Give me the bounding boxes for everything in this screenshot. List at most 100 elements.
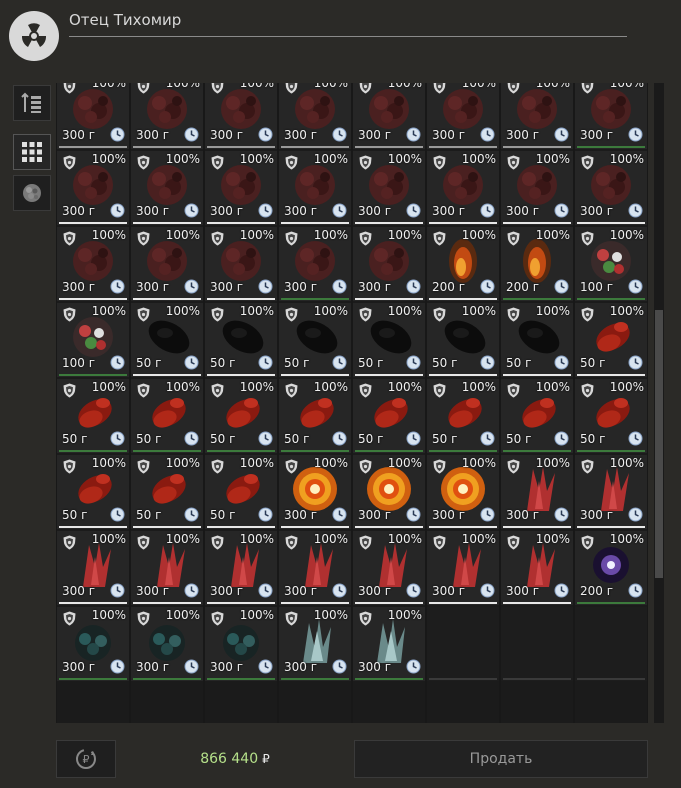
inventory-item[interactable]: 100% 300 г	[575, 455, 647, 529]
clock-icon	[406, 583, 421, 598]
inventory-item[interactable]: 100% 300 г	[131, 151, 203, 225]
inventory-item[interactable]: 100% 50 г	[131, 303, 203, 377]
inventory-item[interactable]: 100% 50 г	[427, 303, 499, 377]
durability-bar	[207, 602, 275, 604]
shield-icon	[63, 231, 76, 246]
durability-bar	[281, 602, 349, 604]
clock-icon	[258, 203, 273, 218]
inventory-item[interactable]: 100% 200 г	[575, 531, 647, 605]
inventory-item[interactable]: 100% 300 г	[501, 83, 573, 149]
durability-bar	[355, 678, 423, 680]
clock-icon	[110, 507, 125, 522]
clock-icon	[110, 431, 125, 446]
sell-button[interactable]: Продать	[354, 740, 648, 778]
inventory-item[interactable]: 100% 300 г	[205, 607, 277, 681]
inventory-item[interactable]: 100% 300 г	[501, 151, 573, 225]
inventory-item[interactable]: 100% 300 г	[131, 83, 203, 149]
slot-underline	[429, 678, 497, 680]
item-condition: 100%	[461, 532, 496, 546]
inventory-item[interactable]: 100% 300 г	[575, 151, 647, 225]
shield-icon	[359, 155, 372, 170]
inventory-item[interactable]: 100% 100 г	[57, 303, 129, 377]
grid-view-button[interactable]	[13, 134, 51, 170]
inventory-item[interactable]: 100% 300 г	[279, 151, 351, 225]
inventory-item[interactable]: 100% 300 г	[205, 531, 277, 605]
inventory-item[interactable]: 100% 50 г	[501, 303, 573, 377]
inventory-item[interactable]: 100% 50 г	[57, 379, 129, 453]
empty-slot[interactable]	[575, 607, 647, 681]
shield-icon	[581, 231, 594, 246]
inventory-item[interactable]: 100% 300 г	[501, 531, 573, 605]
inventory-item[interactable]: 100% 300 г	[57, 531, 129, 605]
inventory-item[interactable]: 100% 300 г	[131, 607, 203, 681]
inventory-item[interactable]: 100% 300 г	[205, 151, 277, 225]
inventory-item[interactable]: 100% 50 г	[279, 379, 351, 453]
clock-icon	[480, 583, 495, 598]
empty-slot[interactable]	[427, 607, 499, 681]
clock-icon	[184, 355, 199, 370]
shield-icon	[359, 611, 372, 626]
inventory-item[interactable]: 100% 300 г	[427, 151, 499, 225]
inventory-item[interactable]: 100% 300 г	[279, 227, 351, 301]
inventory-item[interactable]: 100% 300 г	[353, 455, 425, 529]
inventory-item[interactable]: 100% 300 г	[279, 83, 351, 149]
inventory-item[interactable]: 100% 300 г	[575, 83, 647, 149]
inventory-item[interactable]: 100% 300 г	[131, 531, 203, 605]
durability-bar	[207, 374, 275, 376]
inventory-item[interactable]: 100% 300 г	[205, 83, 277, 149]
clock-icon	[480, 507, 495, 522]
inventory-item[interactable]: 100% 300 г	[353, 151, 425, 225]
currency-refresh-button[interactable]: ₽	[56, 740, 116, 778]
inventory-item[interactable]: 100% 300 г	[279, 531, 351, 605]
inventory-item[interactable]: 100% 300 г	[353, 83, 425, 149]
inventory-item[interactable]: 100% 50 г	[575, 379, 647, 453]
empty-slot[interactable]	[501, 607, 573, 681]
inventory-item[interactable]: 100% 200 г	[427, 227, 499, 301]
inventory-item[interactable]: 100% 300 г	[427, 531, 499, 605]
sort-toggle-button[interactable]	[13, 85, 51, 121]
inventory-item[interactable]: 100% 300 г	[353, 531, 425, 605]
inventory-item[interactable]: 100% 50 г	[131, 379, 203, 453]
clock-icon	[406, 431, 421, 446]
inventory-item[interactable]: 100% 50 г	[57, 455, 129, 529]
inventory-item[interactable]: 100% 50 г	[501, 379, 573, 453]
inventory-item[interactable]: 100% 300 г	[501, 455, 573, 529]
inventory-item[interactable]: 100% 50 г	[205, 379, 277, 453]
shield-icon	[211, 459, 224, 474]
durability-bar	[207, 298, 275, 300]
durability-bar	[59, 450, 127, 452]
clock-icon	[332, 279, 347, 294]
inventory-item[interactable]: 100% 200 г	[501, 227, 573, 301]
inventory-item[interactable]: 100% 300 г	[205, 227, 277, 301]
inventory-item[interactable]: 100% 50 г	[205, 455, 277, 529]
item-weight: 300 г	[358, 128, 392, 142]
inventory-item[interactable]: 100% 300 г	[279, 607, 351, 681]
item-weight: 300 г	[506, 128, 540, 142]
scrollbar-thumb[interactable]	[655, 310, 663, 578]
inventory-item[interactable]: 100% 300 г	[57, 227, 129, 301]
inventory-item[interactable]: 100% 300 г	[279, 455, 351, 529]
artifact-filter-button[interactable]	[13, 175, 51, 211]
inventory-item[interactable]: 100% 50 г	[353, 303, 425, 377]
durability-bar	[281, 298, 349, 300]
inventory-item[interactable]: 100% 300 г	[57, 607, 129, 681]
item-weight: 300 г	[358, 280, 392, 294]
inventory-item[interactable]: 100% 100 г	[575, 227, 647, 301]
inventory-item[interactable]: 100% 300 г	[57, 83, 129, 149]
inventory-item[interactable]: 100% 300 г	[353, 607, 425, 681]
shield-icon	[359, 383, 372, 398]
inventory-item[interactable]: 100% 300 г	[353, 227, 425, 301]
inventory-item[interactable]: 100% 50 г	[131, 455, 203, 529]
grid-icon	[22, 142, 42, 162]
inventory-item[interactable]: 100% 300 г	[131, 227, 203, 301]
inventory-item[interactable]: 100% 50 г	[353, 379, 425, 453]
inventory-item[interactable]: 100% 300 г	[427, 455, 499, 529]
inventory-item[interactable]: 100% 300 г	[427, 83, 499, 149]
item-condition: 100%	[535, 456, 570, 470]
inventory-item[interactable]: 100% 50 г	[427, 379, 499, 453]
inventory-item[interactable]: 100% 50 г	[279, 303, 351, 377]
inventory-item[interactable]: 100% 300 г	[57, 151, 129, 225]
durability-bar	[133, 450, 201, 452]
inventory-item[interactable]: 100% 50 г	[575, 303, 647, 377]
inventory-item[interactable]: 100% 50 г	[205, 303, 277, 377]
